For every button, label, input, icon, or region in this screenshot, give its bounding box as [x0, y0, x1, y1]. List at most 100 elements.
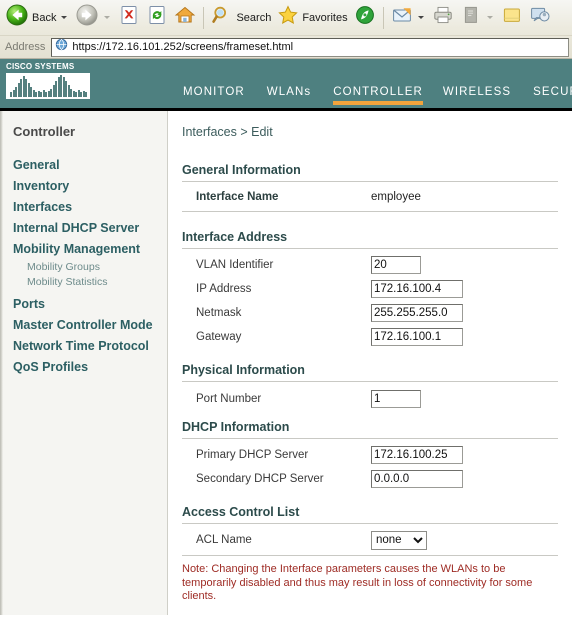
media-button[interactable] [351, 2, 379, 34]
home-button[interactable] [171, 2, 199, 34]
refresh-icon [146, 4, 168, 31]
row-gateway: Gateway [182, 325, 558, 349]
toolbar-separator [203, 6, 205, 29]
netmask-input[interactable] [371, 304, 463, 322]
address-bar-label: Address [5, 41, 46, 53]
sidebar-item-mobility-groups[interactable]: Mobility Groups [27, 260, 167, 275]
search-button[interactable]: Search [208, 2, 274, 34]
discuss-button[interactable] [526, 2, 554, 34]
print-button[interactable] [429, 2, 457, 34]
primary-dhcp-server-input[interactable] [371, 446, 463, 464]
back-button-label: Back [32, 11, 57, 24]
nav-tab-wlans[interactable]: WLANs [267, 84, 311, 105]
stop-icon [118, 4, 140, 31]
back-button[interactable]: Back [2, 2, 72, 34]
back-arrow-icon [5, 3, 29, 32]
nav-tab-security[interactable]: SECURITY [533, 84, 572, 105]
section-divider [182, 381, 558, 382]
row-secondary-dhcp-server: Secondary DHCP Server [182, 467, 558, 491]
section-interface-address: Interface Address [182, 230, 288, 244]
stop-button[interactable] [115, 2, 143, 34]
edit-dropdown-caret[interactable] [486, 16, 493, 19]
address-url-text: https://172.16.101.252/screens/frameset.… [72, 41, 294, 53]
sidebar-edge [0, 111, 3, 615]
media-icon [354, 4, 376, 31]
section-divider [182, 211, 558, 212]
sidebar-item-internal-dhcp-server[interactable]: Internal DHCP Server [13, 218, 167, 239]
nav-tab-controller[interactable]: CONTROLLER [333, 84, 423, 105]
forward-dropdown-caret[interactable] [104, 16, 111, 19]
section-divider [182, 438, 558, 439]
edit-page-icon [460, 4, 482, 31]
nav-tab-monitor[interactable]: MONITOR [183, 84, 245, 105]
forward-button[interactable] [72, 2, 115, 34]
sidebar-item-general[interactable]: General [13, 155, 167, 176]
primary-dhcp-server-label: Primary DHCP Server [196, 449, 309, 461]
row-port-number: Port Number [182, 386, 558, 412]
sidebar-item-interfaces[interactable]: Interfaces [13, 197, 167, 218]
back-dropdown-caret[interactable] [61, 16, 68, 19]
acl-name-label: ACL Name [196, 534, 252, 546]
sidebar-item-mobility-management[interactable]: Mobility Management [13, 239, 167, 260]
sidebar-item-ports[interactable]: Ports [13, 294, 167, 315]
nav-underline-active [333, 101, 423, 105]
nav-tab-controller-label: CONTROLLER [333, 86, 423, 98]
gateway-label: Gateway [196, 331, 242, 343]
toolbar-separator-2 [382, 6, 384, 29]
acl-name-select[interactable]: none [371, 530, 427, 550]
nav-underline [183, 101, 245, 105]
netmask-label: Netmask [196, 307, 242, 319]
sidebar-item-qos-profiles[interactable]: QoS Profiles [13, 357, 167, 378]
sidebar: Controller General Inventory Interfaces … [0, 111, 168, 615]
browser-toolbar: Back Search Favorites [0, 0, 572, 36]
nav-tab-security-label: SECURITY [533, 86, 572, 98]
cisco-logo: CISCO SYSTEMS [6, 62, 90, 99]
nav-tab-wireless-label: WIRELESS [442, 86, 512, 98]
section-physical-information: Physical Information [182, 363, 305, 377]
nav-tab-wireless[interactable]: WIRELESS [443, 84, 511, 105]
row-primary-dhcp-server: Primary DHCP Server [182, 443, 558, 467]
nav-tab-wlans-label: WLANs [266, 86, 312, 98]
nav-tab-monitor-label: MONITOR [183, 86, 245, 98]
mail-icon [391, 4, 413, 31]
row-ip-address: IP Address [182, 277, 558, 301]
printer-icon [432, 4, 454, 31]
browser-chrome: Back Search Favorites Address https://17… [0, 0, 572, 59]
section-divider [182, 523, 558, 524]
sidebar-item-network-time-protocol[interactable]: Network Time Protocol [13, 336, 167, 357]
gateway-input[interactable] [371, 328, 463, 346]
ip-address-input[interactable] [371, 280, 463, 298]
section-dhcp-information: DHCP Information [182, 420, 290, 434]
app-header: CISCO SYSTEMS MONITOR WLANs CONTROLLER W… [0, 59, 572, 111]
cisco-wordmark: CISCO SYSTEMS [6, 62, 75, 71]
port-number-input[interactable] [371, 390, 421, 408]
sidebar-item-inventory[interactable]: Inventory [13, 176, 167, 197]
vlan-identifier-input[interactable] [371, 256, 421, 274]
main-content: Interfaces > Edit General Information In… [168, 111, 572, 615]
search-icon [211, 4, 233, 31]
mail-button[interactable] [388, 2, 429, 34]
notes-button[interactable] [498, 2, 526, 34]
row-interface-name: Interface Name employee [182, 186, 558, 207]
address-input[interactable]: https://172.16.101.252/screens/frameset.… [51, 37, 569, 57]
refresh-button[interactable] [143, 2, 171, 34]
mail-dropdown-caret[interactable] [417, 16, 424, 19]
sidebar-item-mobility-statistics[interactable]: Mobility Statistics [27, 275, 167, 290]
warning-note: Note: Changing the Interface parameters … [182, 563, 533, 602]
address-bar: Address https://172.16.101.252/screens/f… [0, 36, 572, 59]
sidebar-title: Controller [13, 124, 76, 139]
favorites-button[interactable]: Favorites [274, 2, 350, 34]
body-columns: Controller General Inventory Interfaces … [0, 111, 572, 615]
sidebar-item-master-controller-mode[interactable]: Master Controller Mode [13, 315, 167, 336]
row-acl-name: ACL Name none [182, 528, 558, 552]
notes-icon [501, 4, 523, 31]
main-nav: MONITOR WLANs CONTROLLER WIRELESS SECURI… [175, 84, 572, 108]
secondary-dhcp-server-label: Secondary DHCP Server [196, 473, 324, 485]
edit-button[interactable] [457, 2, 498, 34]
secondary-dhcp-server-input[interactable] [371, 470, 463, 488]
ip-address-label: IP Address [196, 283, 252, 295]
interface-name-label: Interface Name [196, 190, 279, 203]
interface-name-value: employee [371, 190, 421, 203]
